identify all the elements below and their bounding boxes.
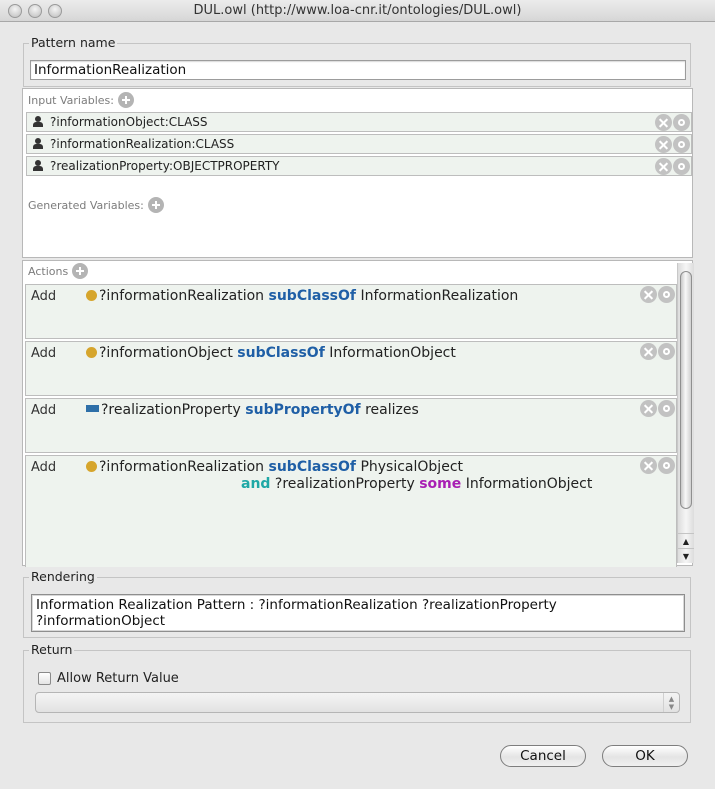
actions-header: Actions xyxy=(28,263,89,279)
action-type: Add xyxy=(31,289,57,304)
ok-button[interactable]: OK xyxy=(602,745,688,767)
variables-panel: Input Variables: ?informationObject:CLAS… xyxy=(22,88,693,258)
rendering-label: Rendering xyxy=(29,569,97,584)
title-bar: DUL.owl (http://www.loa-cnr.it/ontologie… xyxy=(0,0,715,22)
remove-icon[interactable] xyxy=(640,286,657,303)
allow-return-value-checkbox[interactable] xyxy=(38,672,51,685)
dialog-window: DUL.owl (http://www.loa-cnr.it/ontologie… xyxy=(0,0,715,789)
select-arrows-icon: ▲ ▼ xyxy=(663,693,679,712)
scroll-up-arrow-icon[interactable]: ▲ xyxy=(678,533,694,548)
action-type: Add xyxy=(31,403,57,418)
axiom-text: ?informationRealization subClassOf Physi… xyxy=(86,459,463,476)
class-icon xyxy=(86,347,97,358)
rendering-line-1: Information Realization Pattern : ?infor… xyxy=(36,597,557,613)
action-row[interactable]: Add ?informationObject subClassOf Inform… xyxy=(25,341,677,396)
action-row[interactable]: Add ?informationRealization subClassOf I… xyxy=(25,284,677,339)
person-icon xyxy=(32,138,44,150)
edit-icon[interactable] xyxy=(673,158,690,175)
edit-icon[interactable] xyxy=(658,457,675,474)
input-variable-row[interactable]: ?informationRealization:CLASS xyxy=(26,134,692,154)
edit-icon[interactable] xyxy=(673,136,690,153)
input-variable-text: ?informationRealization:CLASS xyxy=(50,137,235,151)
add-input-variable-button[interactable] xyxy=(117,92,134,108)
remove-icon[interactable] xyxy=(640,343,657,360)
generated-variables-label: Generated Variables: xyxy=(28,198,144,212)
window-title: DUL.owl (http://www.loa-cnr.it/ontologie… xyxy=(193,3,522,18)
input-variables-header: Input Variables: xyxy=(28,92,134,108)
input-variable-text: ?realizationProperty:OBJECTPROPERTY xyxy=(50,159,280,173)
add-generated-variable-button[interactable] xyxy=(147,197,164,213)
property-icon xyxy=(86,405,99,412)
scrollbar-thumb[interactable] xyxy=(680,271,692,509)
rendering-text-area[interactable]: Information Realization Pattern : ?infor… xyxy=(31,594,685,632)
scroll-down-arrow-icon[interactable]: ▼ xyxy=(678,548,694,563)
input-variable-row[interactable]: ?informationObject:CLASS xyxy=(26,112,692,132)
axiom-continuation: and ?realizationProperty some Informatio… xyxy=(241,476,593,492)
edit-icon[interactable] xyxy=(658,286,675,303)
pattern-name-input[interactable]: InformationRealization xyxy=(30,60,686,80)
actions-scrollbar[interactable]: ▲ ▼ xyxy=(677,263,694,563)
cancel-button[interactable]: Cancel xyxy=(500,745,586,767)
input-variable-text: ?informationObject:CLASS xyxy=(50,115,208,129)
actions-label: Actions xyxy=(28,264,69,278)
axiom-text: ?realizationProperty subPropertyOf reali… xyxy=(86,402,419,419)
rendering-line-2: ?informationObject xyxy=(36,613,166,629)
remove-icon[interactable] xyxy=(655,158,672,175)
axiom-text: ?informationObject subClassOf Informatio… xyxy=(86,345,456,362)
action-row[interactable]: Add ?informationRealization subClassOf P… xyxy=(25,455,677,567)
class-icon xyxy=(86,461,97,472)
axiom-text: ?informationRealization subClassOf Infor… xyxy=(86,288,518,305)
input-variable-row[interactable]: ?realizationProperty:OBJECTPROPERTY xyxy=(26,156,692,176)
remove-icon[interactable] xyxy=(655,136,672,153)
remove-icon[interactable] xyxy=(655,114,672,131)
remove-icon[interactable] xyxy=(640,457,657,474)
pattern-name-group: Pattern name InformationRealization xyxy=(23,35,691,87)
return-group: Return Allow Return Value ▲ ▼ xyxy=(23,642,691,723)
return-label: Return xyxy=(29,642,75,657)
rendering-group: Rendering Information Realization Patter… xyxy=(23,569,691,638)
allow-return-value-label[interactable]: Allow Return Value xyxy=(57,671,179,686)
person-icon xyxy=(32,160,44,172)
actions-panel: Actions Add ?informationRealization subC… xyxy=(22,260,694,567)
edit-icon[interactable] xyxy=(658,400,675,417)
input-variables-label: Input Variables: xyxy=(28,93,114,107)
person-icon xyxy=(32,116,44,128)
edit-icon[interactable] xyxy=(673,114,690,131)
return-value-select[interactable]: ▲ ▼ xyxy=(35,692,680,713)
action-type: Add xyxy=(31,346,57,361)
remove-icon[interactable] xyxy=(640,400,657,417)
pattern-name-label: Pattern name xyxy=(29,35,118,50)
generated-variables-header: Generated Variables: xyxy=(28,197,164,213)
add-action-button[interactable] xyxy=(72,263,89,279)
action-row[interactable]: Add ?realizationProperty subPropertyOf r… xyxy=(25,398,677,453)
edit-icon[interactable] xyxy=(658,343,675,360)
class-icon xyxy=(86,290,97,301)
action-type: Add xyxy=(31,460,57,475)
